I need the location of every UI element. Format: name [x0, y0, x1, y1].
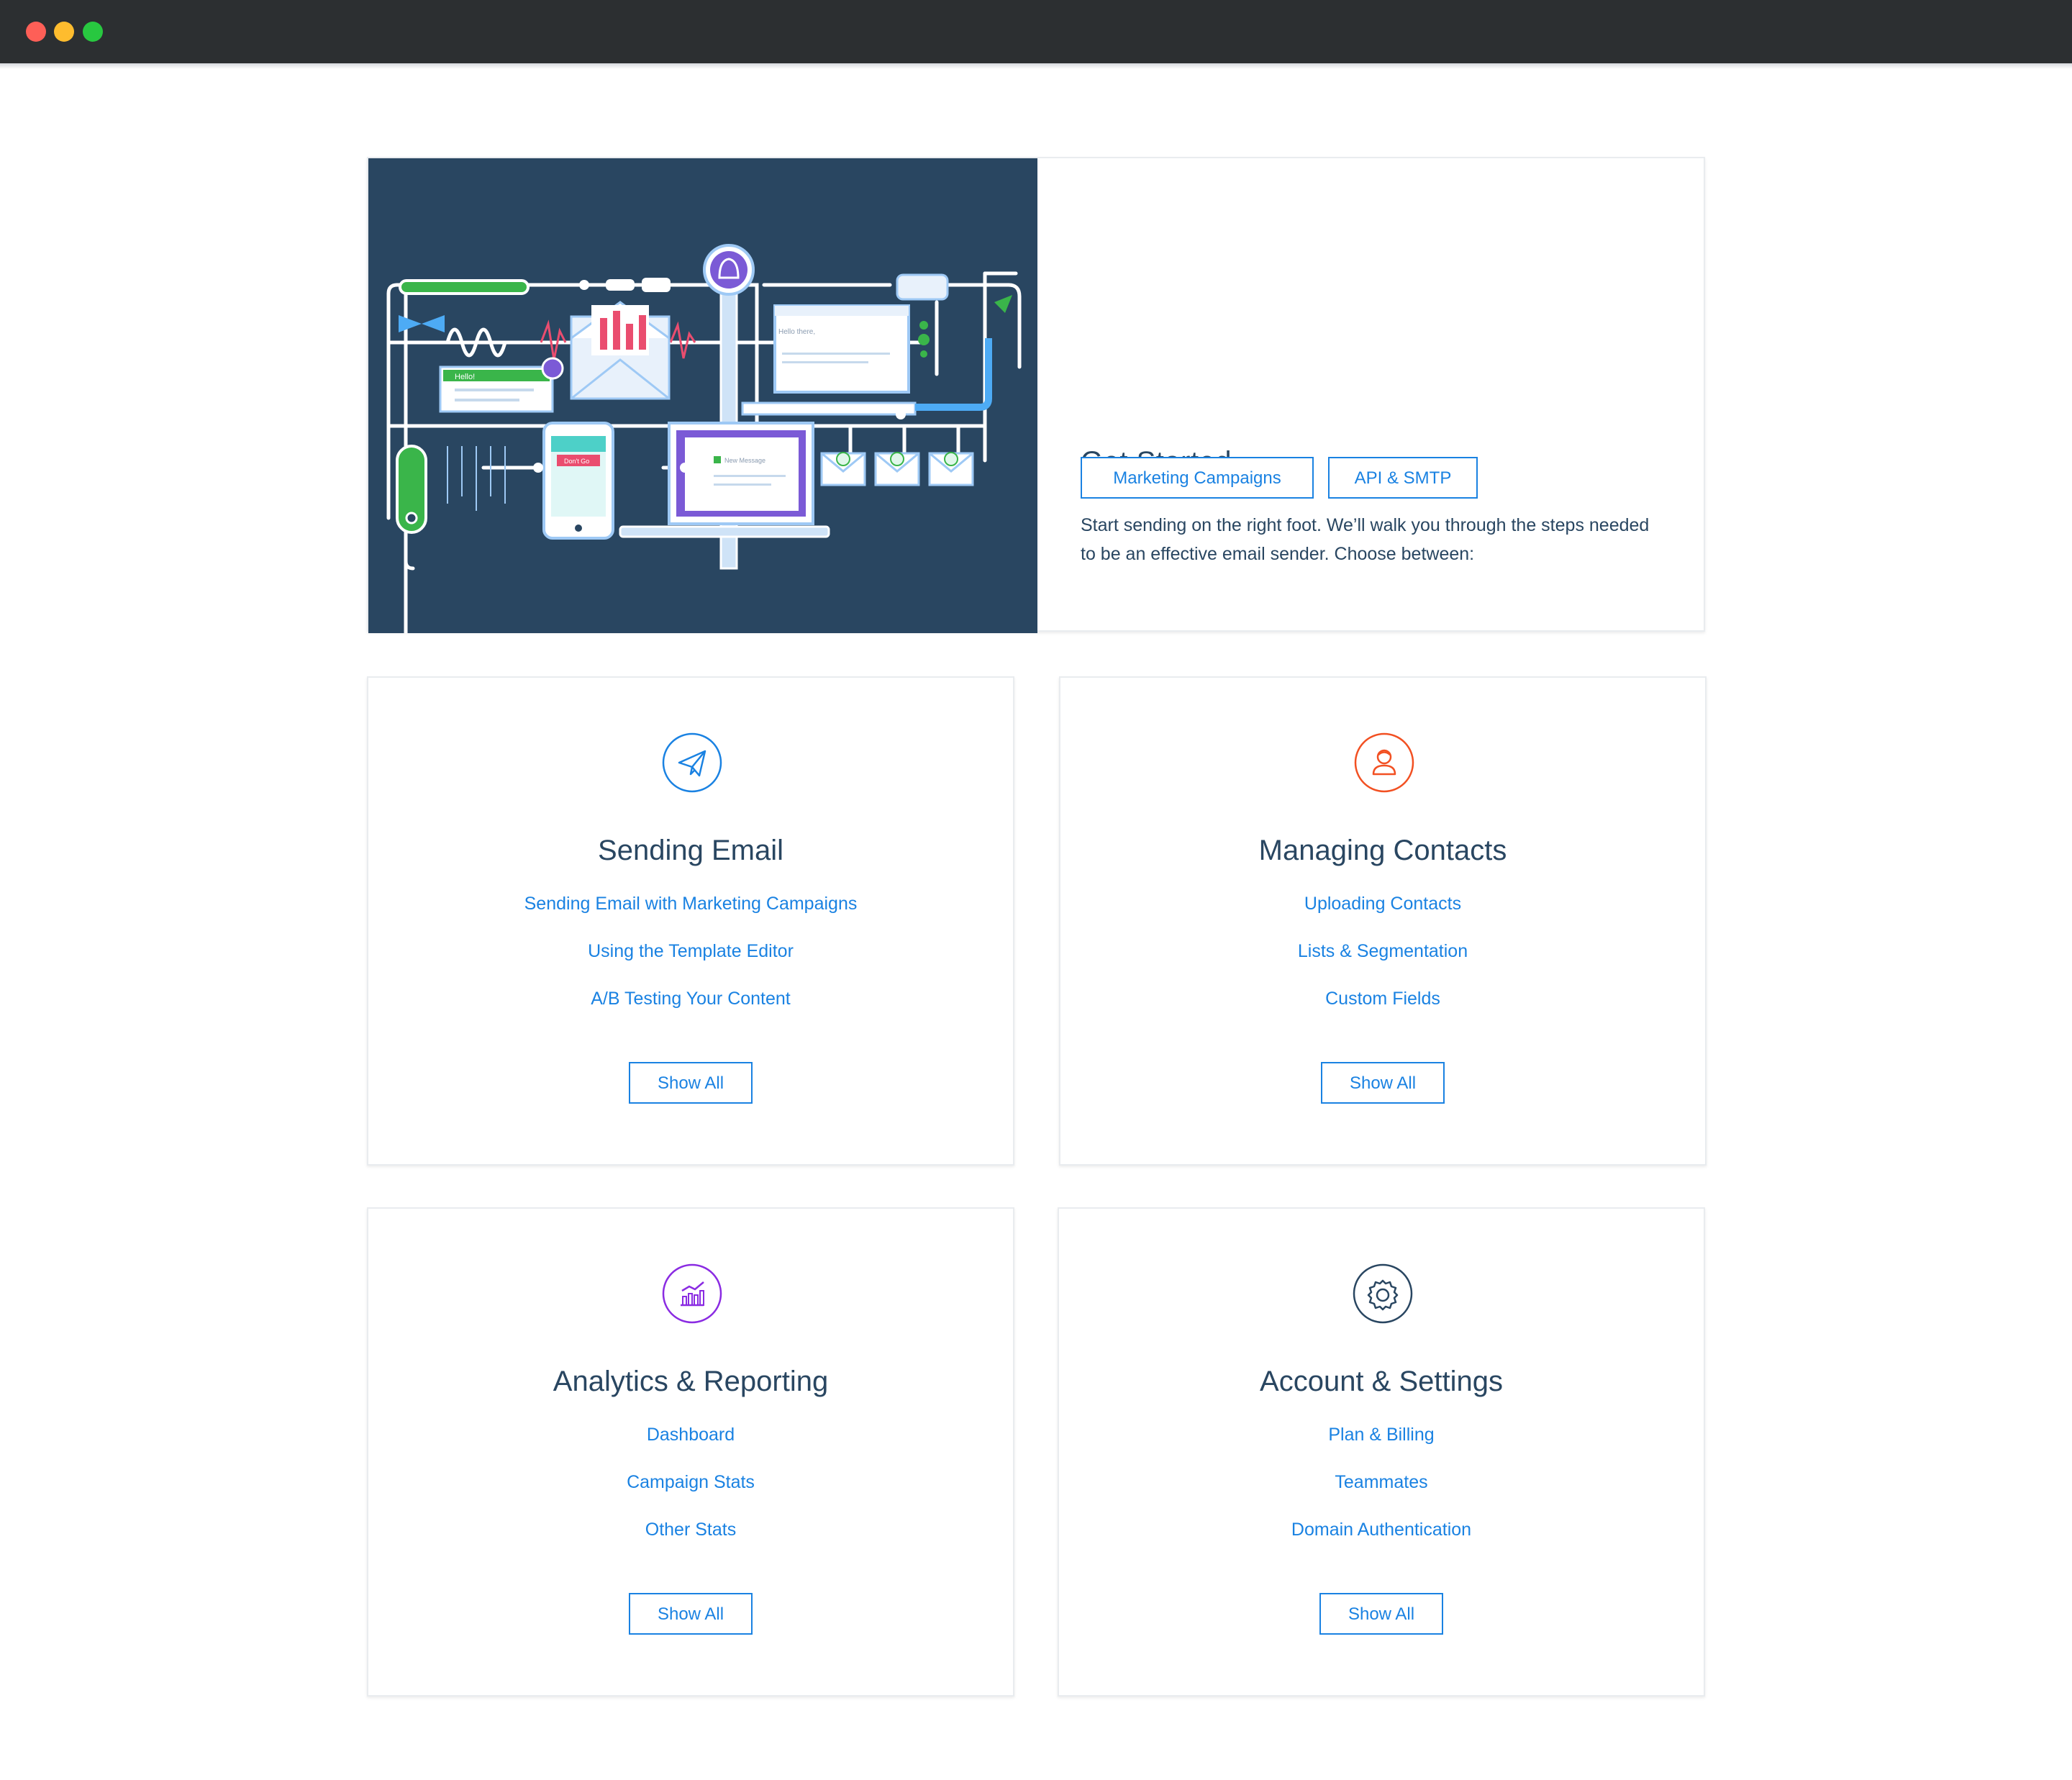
sending-email-card: Sending Email Sending Email with Marketi… [367, 676, 1014, 1166]
analytics-reporting-show-all-button[interactable]: Show All [629, 1593, 753, 1635]
managing-contacts-title: Managing Contacts [1258, 835, 1507, 866]
bar-chart-icon [662, 1263, 722, 1324]
account-settings-link-2[interactable]: Teammates [1059, 1472, 1704, 1493]
valve-icon [399, 315, 445, 332]
window-titlebar [0, 0, 2072, 69]
get-started-description: Start sending on the right foot. We’ll w… [1081, 515, 1650, 564]
api-smtp-button[interactable]: API & SMTP [1328, 457, 1478, 499]
managing-contacts-link-1[interactable]: Uploading Contacts [1060, 894, 1705, 914]
minimize-window-button[interactable] [54, 22, 74, 42]
analytics-reporting-title: Analytics & Reporting [553, 1366, 829, 1397]
hello-there-label: Hello there, [778, 328, 815, 336]
sending-email-title: Sending Email [598, 835, 783, 866]
account-settings-card: Account & Settings Plan & Billing Teamma… [1058, 1207, 1705, 1697]
managing-contacts-link-3[interactable]: Custom Fields [1060, 989, 1705, 1009]
sending-email-link-2[interactable]: Using the Template Editor [368, 941, 1013, 962]
account-settings-show-all-button[interactable]: Show All [1319, 1593, 1443, 1635]
maximize-window-button[interactable] [83, 22, 103, 42]
hello-there-message [773, 304, 910, 394]
new-message-label: New Message [724, 457, 765, 464]
get-started-card: Hello! Hello there, Don't Go New Message… [367, 157, 1705, 633]
managing-contacts-link-2[interactable]: Lists & Segmentation [1060, 941, 1705, 962]
delivered-envelopes [820, 452, 974, 486]
analytics-reporting-card: Analytics & Reporting Dashboard Campaign… [367, 1207, 1014, 1697]
sending-email-link-1[interactable]: Sending Email with Marketing Campaigns [368, 894, 1013, 914]
contact-person-icon [1354, 732, 1414, 793]
analytics-reporting-link-2[interactable]: Campaign Stats [368, 1472, 1013, 1493]
analytics-reporting-link-3[interactable]: Other Stats [368, 1520, 1013, 1540]
hello-card-label: Hello! [455, 373, 475, 381]
account-settings-title: Account & Settings [1260, 1366, 1503, 1397]
account-settings-link-1[interactable]: Plan & Billing [1059, 1425, 1704, 1445]
paper-plane-icon [662, 732, 722, 793]
marketing-campaigns-button[interactable]: Marketing Campaigns [1081, 457, 1314, 499]
account-settings-link-3[interactable]: Domain Authentication [1059, 1520, 1704, 1540]
close-window-button[interactable] [26, 22, 46, 42]
analytics-reporting-link-1[interactable]: Dashboard [368, 1425, 1013, 1445]
sending-email-show-all-button[interactable]: Show All [629, 1062, 753, 1104]
green-tube [399, 279, 530, 295]
gear-icon [1353, 1263, 1413, 1324]
dont-go-label: Don't Go [564, 458, 589, 465]
managing-contacts-card: Managing Contacts Uploading Contacts Lis… [1059, 676, 1707, 1166]
managing-contacts-show-all-button[interactable]: Show All [1321, 1062, 1445, 1104]
sending-email-link-3[interactable]: A/B Testing Your Content [368, 989, 1013, 1009]
titlebar-shadow [0, 63, 2072, 69]
pipeline-illustration-svg: Hello! Hello there, Don't Go New Message [386, 244, 1022, 633]
email-pipeline-illustration: Hello! Hello there, Don't Go New Message [368, 158, 1037, 633]
